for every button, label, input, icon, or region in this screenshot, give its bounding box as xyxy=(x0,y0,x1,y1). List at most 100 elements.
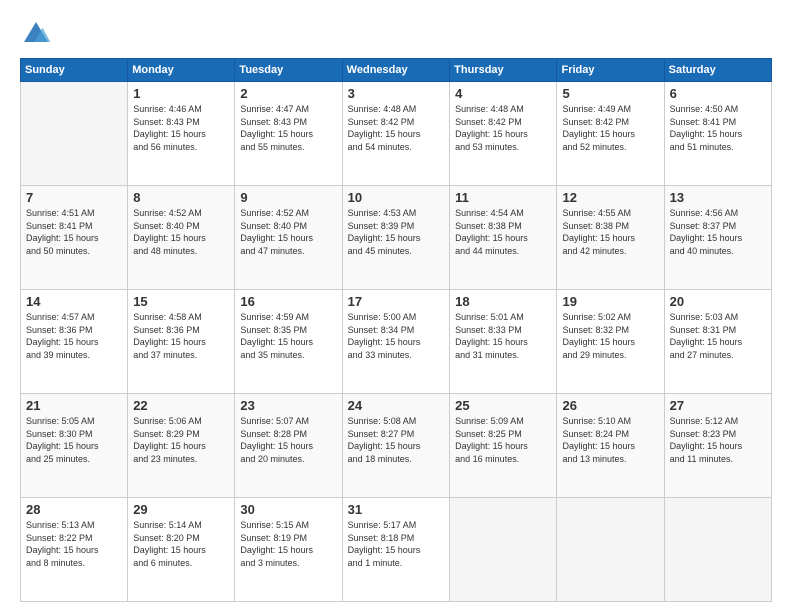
calendar-cell: 12 Sunrise: 4:55 AM Sunset: 8:38 PM Dayli… xyxy=(557,186,664,290)
calendar-cell: 18 Sunrise: 5:01 AM Sunset: 8:33 PM Dayli… xyxy=(450,290,557,394)
logo-icon xyxy=(20,18,52,50)
calendar-cell: 7 Sunrise: 4:51 AM Sunset: 8:41 PM Daylig… xyxy=(21,186,128,290)
week-row-5: 28 Sunrise: 5:13 AM Sunset: 8:22 PM Dayli… xyxy=(21,498,772,602)
week-row-4: 21 Sunrise: 5:05 AM Sunset: 8:30 PM Dayli… xyxy=(21,394,772,498)
day-number: 7 xyxy=(26,190,122,205)
day-info: Sunrise: 5:07 AM Sunset: 8:28 PM Dayligh… xyxy=(240,415,336,465)
day-number: 10 xyxy=(348,190,444,205)
header-cell-tuesday: Tuesday xyxy=(235,59,342,82)
day-number: 19 xyxy=(562,294,658,309)
calendar-cell xyxy=(21,82,128,186)
calendar-cell: 6 Sunrise: 4:50 AM Sunset: 8:41 PM Daylig… xyxy=(664,82,771,186)
header-row: SundayMondayTuesdayWednesdayThursdayFrid… xyxy=(21,59,772,82)
calendar-cell: 10 Sunrise: 4:53 AM Sunset: 8:39 PM Dayli… xyxy=(342,186,449,290)
day-info: Sunrise: 4:51 AM Sunset: 8:41 PM Dayligh… xyxy=(26,207,122,257)
day-number: 18 xyxy=(455,294,551,309)
day-number: 15 xyxy=(133,294,229,309)
day-info: Sunrise: 5:13 AM Sunset: 8:22 PM Dayligh… xyxy=(26,519,122,569)
calendar-cell: 25Sunrise: 5:09 AM Sunset: 8:25 PM Dayli… xyxy=(450,394,557,498)
logo xyxy=(20,18,56,50)
calendar-cell xyxy=(557,498,664,602)
day-info: Sunrise: 4:55 AM Sunset: 8:38 PM Dayligh… xyxy=(562,207,658,257)
header-cell-friday: Friday xyxy=(557,59,664,82)
day-info: Sunrise: 5:01 AM Sunset: 8:33 PM Dayligh… xyxy=(455,311,551,361)
day-info: Sunrise: 4:46 AM Sunset: 8:43 PM Dayligh… xyxy=(133,103,229,153)
calendar-cell: 11 Sunrise: 4:54 AM Sunset: 8:38 PM Dayli… xyxy=(450,186,557,290)
day-info: Sunrise: 5:08 AM Sunset: 8:27 PM Dayligh… xyxy=(348,415,444,465)
calendar-table: SundayMondayTuesdayWednesdayThursdayFrid… xyxy=(20,58,772,602)
calendar-cell: 8 Sunrise: 4:52 AM Sunset: 8:40 PM Daylig… xyxy=(128,186,235,290)
day-number: 22 xyxy=(133,398,229,413)
calendar-cell: 21 Sunrise: 5:05 AM Sunset: 8:30 PM Dayli… xyxy=(21,394,128,498)
day-number: 23 xyxy=(240,398,336,413)
day-number: 26 xyxy=(562,398,658,413)
header-cell-wednesday: Wednesday xyxy=(342,59,449,82)
day-number: 4 xyxy=(455,86,551,101)
calendar-cell: 2 Sunrise: 4:47 AM Sunset: 8:43 PM Daylig… xyxy=(235,82,342,186)
calendar-cell: 19 Sunrise: 5:02 AM Sunset: 8:32 PM Dayli… xyxy=(557,290,664,394)
day-number: 11 xyxy=(455,190,551,205)
day-number: 29 xyxy=(133,502,229,517)
day-number: 16 xyxy=(240,294,336,309)
day-info: Sunrise: 4:48 AM Sunset: 8:42 PM Dayligh… xyxy=(455,103,551,153)
calendar-cell: 20Sunrise: 5:03 AM Sunset: 8:31 PM Dayli… xyxy=(664,290,771,394)
day-info: Sunrise: 5:06 AM Sunset: 8:29 PM Dayligh… xyxy=(133,415,229,465)
day-number: 21 xyxy=(26,398,122,413)
day-number: 5 xyxy=(562,86,658,101)
day-info: Sunrise: 4:50 AM Sunset: 8:41 PM Dayligh… xyxy=(670,103,766,153)
day-info: Sunrise: 4:48 AM Sunset: 8:42 PM Dayligh… xyxy=(348,103,444,153)
calendar-cell: 16 Sunrise: 4:59 AM Sunset: 8:35 PM Dayli… xyxy=(235,290,342,394)
calendar-cell: 3 Sunrise: 4:48 AM Sunset: 8:42 PM Daylig… xyxy=(342,82,449,186)
day-info: Sunrise: 5:17 AM Sunset: 8:18 PM Dayligh… xyxy=(348,519,444,569)
header-cell-sunday: Sunday xyxy=(21,59,128,82)
header-cell-saturday: Saturday xyxy=(664,59,771,82)
day-info: Sunrise: 5:10 AM Sunset: 8:24 PM Dayligh… xyxy=(562,415,658,465)
day-number: 6 xyxy=(670,86,766,101)
day-info: Sunrise: 4:53 AM Sunset: 8:39 PM Dayligh… xyxy=(348,207,444,257)
calendar-cell: 17Sunrise: 5:00 AM Sunset: 8:34 PM Dayli… xyxy=(342,290,449,394)
calendar-cell: 4 Sunrise: 4:48 AM Sunset: 8:42 PM Daylig… xyxy=(450,82,557,186)
calendar-cell: 26 Sunrise: 5:10 AM Sunset: 8:24 PM Dayli… xyxy=(557,394,664,498)
week-row-1: 1Sunrise: 4:46 AM Sunset: 8:43 PM Daylig… xyxy=(21,82,772,186)
day-info: Sunrise: 5:12 AM Sunset: 8:23 PM Dayligh… xyxy=(670,415,766,465)
day-info: Sunrise: 4:47 AM Sunset: 8:43 PM Dayligh… xyxy=(240,103,336,153)
calendar-body: 1Sunrise: 4:46 AM Sunset: 8:43 PM Daylig… xyxy=(21,82,772,602)
calendar-cell: 27Sunrise: 5:12 AM Sunset: 8:23 PM Dayli… xyxy=(664,394,771,498)
calendar-cell: 24 Sunrise: 5:08 AM Sunset: 8:27 PM Dayli… xyxy=(342,394,449,498)
day-number: 24 xyxy=(348,398,444,413)
calendar-cell: 14Sunrise: 4:57 AM Sunset: 8:36 PM Dayli… xyxy=(21,290,128,394)
day-info: Sunrise: 4:54 AM Sunset: 8:38 PM Dayligh… xyxy=(455,207,551,257)
calendar-cell: 22 Sunrise: 5:06 AM Sunset: 8:29 PM Dayli… xyxy=(128,394,235,498)
day-info: Sunrise: 5:00 AM Sunset: 8:34 PM Dayligh… xyxy=(348,311,444,361)
week-row-3: 14Sunrise: 4:57 AM Sunset: 8:36 PM Dayli… xyxy=(21,290,772,394)
day-info: Sunrise: 4:52 AM Sunset: 8:40 PM Dayligh… xyxy=(133,207,229,257)
calendar-cell: 13Sunrise: 4:56 AM Sunset: 8:37 PM Dayli… xyxy=(664,186,771,290)
day-info: Sunrise: 4:59 AM Sunset: 8:35 PM Dayligh… xyxy=(240,311,336,361)
day-number: 3 xyxy=(348,86,444,101)
day-number: 13 xyxy=(670,190,766,205)
day-info: Sunrise: 5:05 AM Sunset: 8:30 PM Dayligh… xyxy=(26,415,122,465)
week-row-2: 7 Sunrise: 4:51 AM Sunset: 8:41 PM Daylig… xyxy=(21,186,772,290)
day-info: Sunrise: 5:02 AM Sunset: 8:32 PM Dayligh… xyxy=(562,311,658,361)
day-number: 28 xyxy=(26,502,122,517)
day-number: 20 xyxy=(670,294,766,309)
day-info: Sunrise: 4:49 AM Sunset: 8:42 PM Dayligh… xyxy=(562,103,658,153)
day-info: Sunrise: 4:52 AM Sunset: 8:40 PM Dayligh… xyxy=(240,207,336,257)
day-number: 12 xyxy=(562,190,658,205)
calendar-cell: 29 Sunrise: 5:14 AM Sunset: 8:20 PM Dayli… xyxy=(128,498,235,602)
day-info: Sunrise: 4:57 AM Sunset: 8:36 PM Dayligh… xyxy=(26,311,122,361)
day-info: Sunrise: 4:58 AM Sunset: 8:36 PM Dayligh… xyxy=(133,311,229,361)
day-number: 9 xyxy=(240,190,336,205)
day-number: 31 xyxy=(348,502,444,517)
header-cell-thursday: Thursday xyxy=(450,59,557,82)
calendar-cell: 5 Sunrise: 4:49 AM Sunset: 8:42 PM Daylig… xyxy=(557,82,664,186)
calendar-cell: 30Sunrise: 5:15 AM Sunset: 8:19 PM Dayli… xyxy=(235,498,342,602)
calendar-header: SundayMondayTuesdayWednesdayThursdayFrid… xyxy=(21,59,772,82)
page: SundayMondayTuesdayWednesdayThursdayFrid… xyxy=(0,0,792,612)
day-number: 8 xyxy=(133,190,229,205)
calendar-cell: 1Sunrise: 4:46 AM Sunset: 8:43 PM Daylig… xyxy=(128,82,235,186)
day-info: Sunrise: 5:14 AM Sunset: 8:20 PM Dayligh… xyxy=(133,519,229,569)
day-number: 2 xyxy=(240,86,336,101)
header-cell-monday: Monday xyxy=(128,59,235,82)
calendar-cell: 23 Sunrise: 5:07 AM Sunset: 8:28 PM Dayli… xyxy=(235,394,342,498)
